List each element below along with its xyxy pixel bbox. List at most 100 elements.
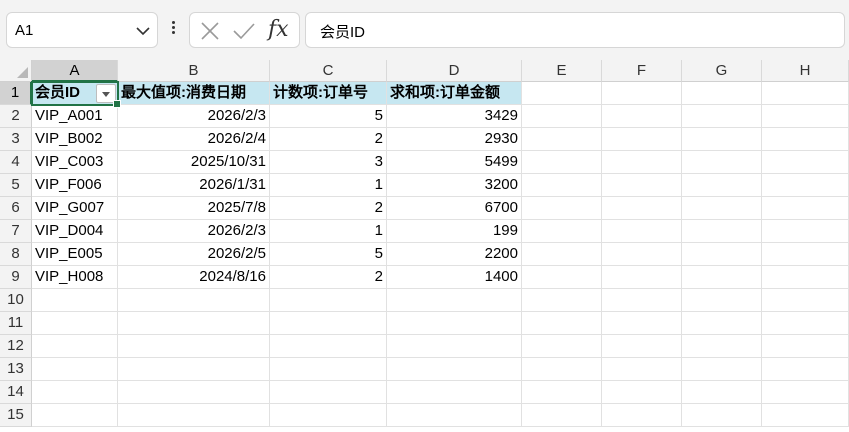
cell-a9[interactable]: VIP_H008: [32, 266, 118, 289]
cell-c1[interactable]: 计数项:订单号: [270, 82, 387, 105]
cell-a6[interactable]: VIP_G007: [32, 197, 118, 220]
cell-d15[interactable]: [387, 404, 522, 427]
column-header-b[interactable]: B: [118, 60, 270, 82]
cell-a10[interactable]: [32, 289, 118, 312]
cell-d7[interactable]: 199: [387, 220, 522, 243]
cell-f6[interactable]: [602, 197, 682, 220]
cell-e7[interactable]: [522, 220, 602, 243]
cell-f2[interactable]: [602, 105, 682, 128]
cell-c11[interactable]: [270, 312, 387, 335]
cell-e13[interactable]: [522, 358, 602, 381]
cell-b15[interactable]: [118, 404, 270, 427]
cell-c14[interactable]: [270, 381, 387, 404]
cell-c15[interactable]: [270, 404, 387, 427]
row-header-4[interactable]: 4: [0, 151, 32, 174]
cell-b5[interactable]: 2026/1/31: [118, 174, 270, 197]
cell-f10[interactable]: [602, 289, 682, 312]
cell-c3[interactable]: 2: [270, 128, 387, 151]
cell-d9[interactable]: 1400: [387, 266, 522, 289]
filter-dropdown-button[interactable]: [96, 84, 116, 103]
cell-f11[interactable]: [602, 312, 682, 335]
cell-c6[interactable]: 2: [270, 197, 387, 220]
row-header-6[interactable]: 6: [0, 197, 32, 220]
cell-h14[interactable]: [762, 381, 849, 404]
cell-a2[interactable]: VIP_A001: [32, 105, 118, 128]
cell-b4[interactable]: 2025/10/31: [118, 151, 270, 174]
cell-g6[interactable]: [682, 197, 762, 220]
cell-h3[interactable]: [762, 128, 849, 151]
row-header-13[interactable]: 13: [0, 358, 32, 381]
column-header-c[interactable]: C: [270, 60, 387, 82]
cell-g9[interactable]: [682, 266, 762, 289]
cell-b11[interactable]: [118, 312, 270, 335]
confirm-icon[interactable]: [232, 22, 256, 45]
row-header-15[interactable]: 15: [0, 404, 32, 427]
cell-d5[interactable]: 3200: [387, 174, 522, 197]
row-header-11[interactable]: 11: [0, 312, 32, 335]
cell-e12[interactable]: [522, 335, 602, 358]
cell-c2[interactable]: 5: [270, 105, 387, 128]
cell-b2[interactable]: 2026/2/3: [118, 105, 270, 128]
cell-a4[interactable]: VIP_C003: [32, 151, 118, 174]
row-header-7[interactable]: 7: [0, 220, 32, 243]
cell-h12[interactable]: [762, 335, 849, 358]
cell-c5[interactable]: 1: [270, 174, 387, 197]
cell-g7[interactable]: [682, 220, 762, 243]
cell-g13[interactable]: [682, 358, 762, 381]
cell-e4[interactable]: [522, 151, 602, 174]
row-header-12[interactable]: 12: [0, 335, 32, 358]
row-header-8[interactable]: 8: [0, 243, 32, 266]
column-header-a[interactable]: A: [32, 60, 118, 82]
cell-b8[interactable]: 2026/2/5: [118, 243, 270, 266]
cell-e9[interactable]: [522, 266, 602, 289]
cell-a13[interactable]: [32, 358, 118, 381]
cell-g12[interactable]: [682, 335, 762, 358]
cell-g14[interactable]: [682, 381, 762, 404]
cell-b6[interactable]: 2025/7/8: [118, 197, 270, 220]
cell-e8[interactable]: [522, 243, 602, 266]
cell-a11[interactable]: [32, 312, 118, 335]
cell-h2[interactable]: [762, 105, 849, 128]
cell-c4[interactable]: 3: [270, 151, 387, 174]
cell-c12[interactable]: [270, 335, 387, 358]
insert-function-icon[interactable]: fx: [268, 17, 289, 42]
cell-f1[interactable]: [602, 82, 682, 105]
row-header-5[interactable]: 5: [0, 174, 32, 197]
cell-e10[interactable]: [522, 289, 602, 312]
row-header-14[interactable]: 14: [0, 381, 32, 404]
cell-d11[interactable]: [387, 312, 522, 335]
cell-b1[interactable]: 最大值项:消费日期: [118, 82, 270, 105]
cell-a14[interactable]: [32, 381, 118, 404]
cell-a8[interactable]: VIP_E005: [32, 243, 118, 266]
cell-d3[interactable]: 2930: [387, 128, 522, 151]
cell-f12[interactable]: [602, 335, 682, 358]
cell-e11[interactable]: [522, 312, 602, 335]
cell-d1[interactable]: 求和项:订单金额: [387, 82, 522, 105]
cell-d14[interactable]: [387, 381, 522, 404]
cell-e5[interactable]: [522, 174, 602, 197]
cell-g10[interactable]: [682, 289, 762, 312]
cell-e14[interactable]: [522, 381, 602, 404]
cell-h7[interactable]: [762, 220, 849, 243]
cell-g1[interactable]: [682, 82, 762, 105]
cell-a12[interactable]: [32, 335, 118, 358]
cell-f7[interactable]: [602, 220, 682, 243]
cell-a5[interactable]: VIP_F006: [32, 174, 118, 197]
cell-h9[interactable]: [762, 266, 849, 289]
cell-b7[interactable]: 2026/2/3: [118, 220, 270, 243]
chevron-down-icon[interactable]: [135, 24, 151, 42]
cell-f5[interactable]: [602, 174, 682, 197]
cell-b12[interactable]: [118, 335, 270, 358]
cell-h5[interactable]: [762, 174, 849, 197]
cell-a15[interactable]: [32, 404, 118, 427]
cell-b9[interactable]: 2024/8/16: [118, 266, 270, 289]
cell-f8[interactable]: [602, 243, 682, 266]
row-header-10[interactable]: 10: [0, 289, 32, 312]
column-header-g[interactable]: G: [682, 60, 762, 82]
cell-b14[interactable]: [118, 381, 270, 404]
select-all-button[interactable]: [0, 60, 32, 82]
cell-b3[interactable]: 2026/2/4: [118, 128, 270, 151]
cell-b10[interactable]: [118, 289, 270, 312]
cell-h11[interactable]: [762, 312, 849, 335]
cell-e1[interactable]: [522, 82, 602, 105]
